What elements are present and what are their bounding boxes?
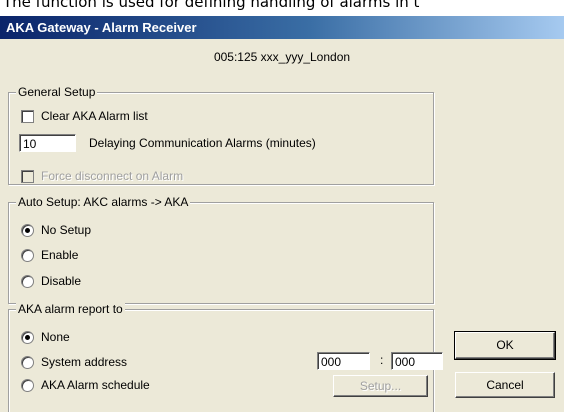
report-radio-alarm-schedule[interactable]: AKA Alarm schedule [21,377,150,393]
site-label: 005:125 xxx_yyy_London [213,50,351,64]
radio-label: None [41,330,70,344]
report-radio-none[interactable]: None [21,329,70,345]
alarm-receiver-dialog: AKA Gateway - Alarm Receiver 005:125 xxx… [0,16,564,412]
radio-label: System address [41,355,128,369]
radio-circle[interactable] [21,223,34,237]
clear-alarm-list-checkbox[interactable]: Clear AKA Alarm list [21,108,148,124]
clear-alarm-list-label: Clear AKA Alarm list [41,109,148,123]
ok-button-label: OK [496,338,514,352]
checkbox-box[interactable] [21,109,34,123]
auto-setup-radio-disable[interactable]: Disable [21,273,81,289]
radio-circle[interactable] [21,330,34,344]
address-part2-input[interactable]: 000 [391,352,443,370]
radio-circle[interactable] [21,378,34,392]
address-separator: : [380,353,384,367]
setup-button[interactable]: Setup... [333,375,428,397]
auto-setup-title: Auto Setup: AKC alarms -> AKA [16,195,191,209]
delay-label: Delaying Communication Alarms (minutes) [89,136,316,150]
force-disconnect-label: Force disconnect on Alarm [41,169,184,183]
radio-label: Disable [41,274,82,288]
cancel-button-label: Cancel [486,378,524,392]
radio-label: AKA Alarm schedule [41,378,150,392]
delay-minutes-input[interactable]: 10 [19,134,76,152]
radio-label: No Setup [41,223,92,237]
address-part1-input[interactable]: 000 [317,352,370,370]
caption-strip: The function is used for defining handli… [0,0,564,16]
radio-label: Enable [41,248,79,262]
window-title: AKA Gateway - Alarm Receiver [6,20,197,35]
checkbox-box[interactable] [21,169,34,183]
radio-circle[interactable] [21,355,34,369]
general-setup-title: General Setup [16,85,98,99]
cancel-button[interactable]: Cancel [455,372,555,398]
auto-setup-radio-enable[interactable]: Enable [21,247,78,263]
delay-label-row: Delaying Communication Alarms (minutes) [89,135,316,151]
radio-circle[interactable] [21,248,34,262]
ok-button[interactable]: OK [454,331,556,360]
setup-button-label: Setup... [359,379,402,393]
force-disconnect-checkbox[interactable]: Force disconnect on Alarm [21,168,183,184]
report-radio-system-address[interactable]: System address [21,354,127,370]
auto-setup-radio-no-setup[interactable]: No Setup [21,222,91,238]
title-bar[interactable]: AKA Gateway - Alarm Receiver [0,16,564,39]
radio-circle[interactable] [21,274,34,288]
report-to-title: AKA alarm report to [16,302,125,316]
caption-text: The function is used for defining handli… [3,0,420,11]
